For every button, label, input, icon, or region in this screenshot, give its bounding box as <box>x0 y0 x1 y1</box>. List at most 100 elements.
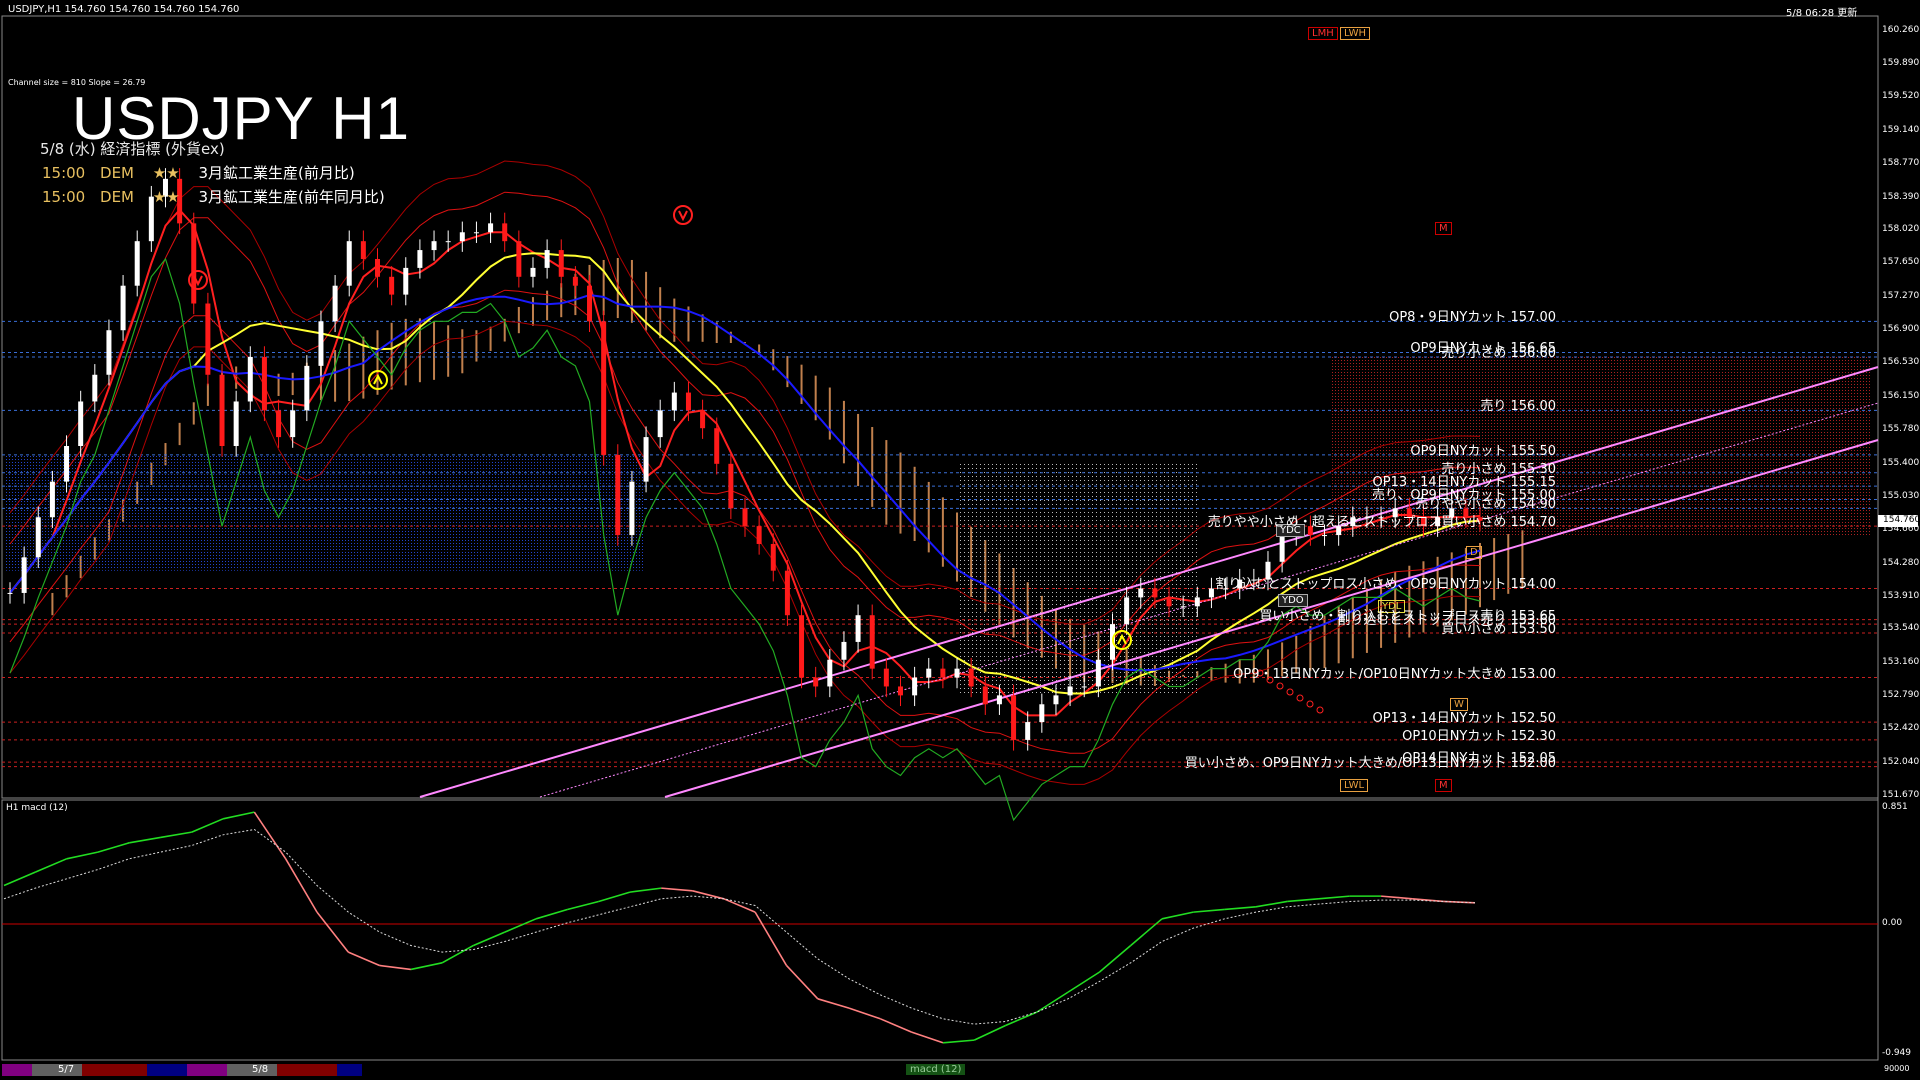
candle-body <box>488 223 494 233</box>
candle-body <box>968 668 974 687</box>
m-marker: M <box>1435 779 1452 792</box>
y-tick-label: 151.670 <box>1882 790 1920 800</box>
y-tick-label: 152.040 <box>1882 757 1920 768</box>
y-tick-label: 156.150 <box>1882 391 1920 402</box>
macd-segment <box>347 951 380 967</box>
candle-body <box>64 446 70 482</box>
cloud-stripe <box>602 259 605 316</box>
y-tick-label: 157.270 <box>1882 291 1920 302</box>
candle-body <box>629 481 635 536</box>
macd-segment <box>410 962 443 971</box>
econ-country: DEM <box>100 188 134 206</box>
candle-body <box>21 557 27 593</box>
price-level-label: 割り込むとストップロス小さめ、OP9日NYカット 154.00 <box>1215 577 1556 593</box>
cloud-stripe <box>376 330 379 395</box>
candle-body <box>685 392 691 411</box>
candle-body <box>290 410 296 438</box>
macd-segment <box>848 1007 881 1020</box>
candle-body <box>1166 597 1172 607</box>
cloud-stripe <box>51 592 54 616</box>
candle-body <box>742 508 748 527</box>
candle-body <box>1039 704 1045 723</box>
y-tick-label: 154.660 <box>1882 523 1920 534</box>
candle-body <box>587 285 593 322</box>
candle-body <box>657 410 663 438</box>
candle-body <box>926 668 932 678</box>
cloud-stripe <box>1224 663 1227 683</box>
strip-right: 90000 <box>1884 1064 1910 1073</box>
cloud-stripe <box>616 257 619 319</box>
macd-segment <box>284 858 318 913</box>
econ-event: 15:00 DEM ★★ 3月鉱工業生産(前月比) <box>42 162 355 183</box>
macd-segment <box>160 831 192 839</box>
y-tick-label: 155.780 <box>1882 423 1920 434</box>
cloud-stripe <box>291 372 294 396</box>
econ-heading: 5/8 (水) 経済指標 (外貨ex) <box>40 140 225 158</box>
macd-segment <box>1287 898 1319 903</box>
candle-body <box>516 241 522 277</box>
macd-segment <box>723 898 756 913</box>
candle-body <box>346 241 352 286</box>
y-tick-label: 160.260 <box>1882 25 1920 35</box>
candle-body <box>233 401 239 447</box>
fractal-marker-red <box>673 205 693 225</box>
y-tick-label: 156.530 <box>1882 357 1920 368</box>
candle-body <box>813 677 819 687</box>
price-level-label: 売りやや小さめ 154.90 <box>1415 497 1556 513</box>
macd-segment <box>942 1039 975 1044</box>
candle-body <box>954 668 960 678</box>
cloud-stripe <box>701 314 704 342</box>
macd-signal-line <box>3 828 1476 1025</box>
cloud-stripe <box>447 325 450 377</box>
macd-segment <box>911 1031 944 1044</box>
update-time: 5/8 06:28 更新 <box>1786 8 1858 19</box>
candle-body <box>502 223 508 242</box>
price-level-label: OP13・14日NYカット 152.50 <box>1372 711 1556 727</box>
price-level-label: 売り小さめ 156.60 <box>1441 345 1556 361</box>
d-marker: D <box>1466 546 1482 559</box>
macd-segment <box>34 858 67 873</box>
macd-segment <box>97 842 130 853</box>
econ-time: 15:00 <box>42 164 86 182</box>
candle-body <box>1180 606 1186 608</box>
candle-body <box>784 570 790 616</box>
candle-body <box>799 615 805 678</box>
price-level-label: OP9日NYカット 155.50 <box>1410 443 1556 459</box>
y-tick-label: 159.520 <box>1882 90 1920 101</box>
cloud-stripe <box>560 283 563 318</box>
candle-body <box>601 321 607 455</box>
lmh-marker: LMH <box>1308 27 1338 40</box>
macd-segment <box>817 998 850 1009</box>
lwl-marker: LWL <box>1340 779 1369 792</box>
cloud-stripe <box>899 452 902 534</box>
macd-segment <box>1193 908 1225 913</box>
cloud-stripe <box>659 287 662 339</box>
price-level-label: OP8・9日NYカット 157.00 <box>1389 310 1556 326</box>
macd-segment <box>473 931 506 947</box>
macd-segment <box>1036 991 1069 1013</box>
candle-body <box>1322 535 1328 537</box>
cloud-stripe <box>885 440 888 525</box>
candle-body <box>304 365 310 411</box>
macd-segment <box>1318 895 1350 900</box>
econ-stars: ★★ <box>152 164 180 182</box>
chart-frame: USDJPY,H1 154.760 154.760 154.760 154.76… <box>0 0 1920 1080</box>
macd-segment <box>1224 906 1256 911</box>
candle-body <box>219 374 225 447</box>
macd-segment <box>661 887 693 892</box>
candle-body <box>1208 588 1214 598</box>
candle-body <box>1067 686 1073 696</box>
candle-body <box>92 374 98 402</box>
candle-body <box>827 659 833 687</box>
strip-seg <box>187 1064 227 1076</box>
macd-segment <box>222 811 255 820</box>
strip-macd-label: macd (12) <box>906 1064 966 1075</box>
candle-body <box>1194 597 1200 607</box>
candle-body <box>770 543 776 571</box>
y-tick-label: 159.890 <box>1882 57 1920 68</box>
macd-segment <box>567 900 599 911</box>
candle-body <box>417 250 423 268</box>
macd-title: H1 macd (12) <box>6 803 68 813</box>
macd-segment <box>191 818 224 833</box>
candle-body <box>1152 588 1158 598</box>
